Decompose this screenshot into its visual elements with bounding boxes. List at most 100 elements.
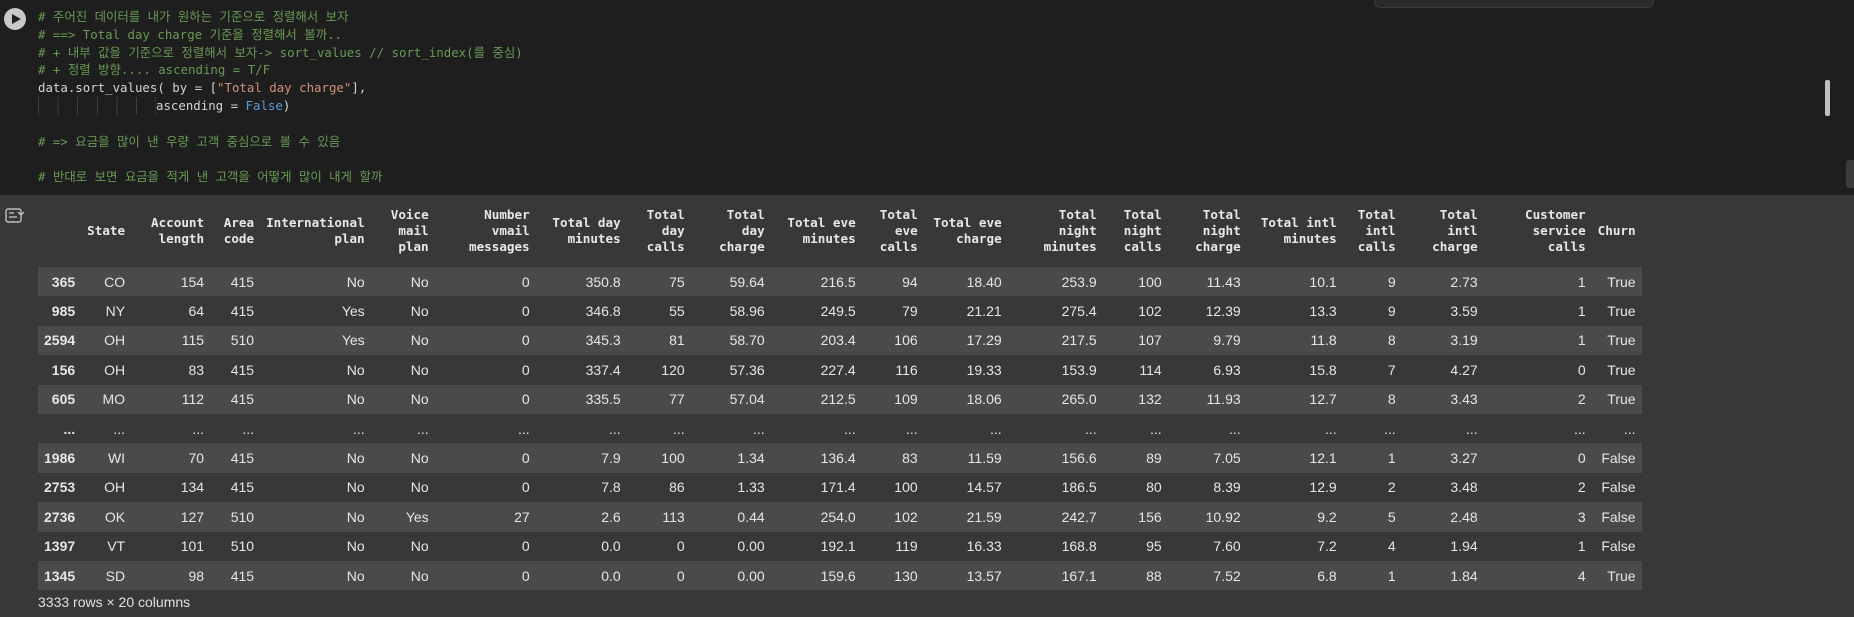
column-header-line: Churn (1597, 223, 1636, 238)
table-cell: 7.2 (1317, 538, 1337, 555)
table-cell: 0 (521, 391, 530, 408)
column-header-line: Total (879, 207, 918, 222)
table-cell: No (346, 361, 365, 378)
table-cell: 64 (188, 303, 205, 320)
table-cell: 254.0 (820, 508, 856, 525)
code-line: # + 정렬 방향.... ascending = T/F (38, 62, 271, 78)
row-index: 1345 (44, 567, 76, 584)
table-cell: 127 (180, 508, 205, 525)
column-header-line: night (1202, 223, 1241, 238)
table-cell: 95 (1146, 538, 1162, 555)
table-cell: ... (1084, 420, 1097, 437)
row-index: 365 (51, 273, 76, 290)
table-cell: 3.43 (1450, 391, 1478, 408)
table-cell: 510 (230, 538, 255, 555)
table-cell: 13.57 (966, 567, 1002, 584)
code-cell[interactable]: # 주어진 데이터를 내가 원하는 기준으로 정렬해서 보자 # ==> Tot… (0, 0, 1854, 195)
table-cell: No (410, 361, 429, 378)
column-header-line: service (1532, 223, 1586, 238)
table-cell: 159.6 (820, 567, 856, 584)
table-cell: 7.9 (601, 450, 621, 467)
table-cell: ... (1228, 420, 1241, 437)
column-header: Total night charge (1168, 195, 1247, 267)
table-cell: 156.6 (1061, 450, 1097, 467)
table-cell: 265.0 (1061, 391, 1097, 408)
table-cell: 1 (1577, 303, 1586, 320)
table-cell: 415 (230, 479, 255, 496)
table-cell: 3.59 (1450, 303, 1478, 320)
table-cell: ... (113, 420, 126, 437)
table-cell: 12.1 (1309, 450, 1337, 467)
table-cell: 9.79 (1213, 332, 1241, 349)
table-cell: 112 (181, 391, 205, 408)
table-cell: 77 (669, 391, 685, 408)
column-header-line: Customer (1524, 207, 1586, 222)
table-cell: 11.59 (967, 450, 1002, 467)
column-header-line: Total (1439, 207, 1478, 222)
table-cell: 1 (1387, 567, 1396, 584)
table-cell: 510 (230, 508, 255, 525)
table-cell: 136.4 (820, 450, 856, 467)
table-cell: 100 (661, 450, 685, 467)
column-header: Total day calls (627, 195, 691, 267)
table-cell: 15.8 (1309, 361, 1337, 378)
table-row: 605 MO 112 415 No No 0 335.5 77 57.04 212.5 109 18.0… (38, 384, 1642, 414)
table-cell: ... (1149, 420, 1162, 437)
table-cell: MO (102, 391, 126, 408)
table-cell: 98 (188, 567, 205, 584)
table-cell: 0.00 (737, 538, 765, 555)
table-cell: 0 (521, 303, 530, 320)
column-header-line: charge (719, 239, 765, 254)
table-cell: 4 (1387, 538, 1396, 555)
table-cell: 4.27 (1450, 361, 1478, 378)
row-index: 1986 (44, 450, 76, 467)
output-menu-icon[interactable] (5, 207, 25, 225)
row-index: 605 (51, 391, 76, 408)
table-cell: 106 (894, 332, 918, 349)
table-cell: 10.92 (1205, 508, 1241, 525)
column-header: Total night calls (1103, 195, 1168, 267)
table-cell: 227.4 (820, 361, 856, 378)
editor-scrollbar[interactable] (1825, 80, 1830, 116)
table-cell: 8.39 (1213, 479, 1241, 496)
table-cell: 1.84 (1450, 567, 1478, 584)
table-header-row: State Account length Area code International p… (38, 195, 1642, 267)
table-cell: 81 (669, 332, 685, 349)
table-cell: 217.5 (1061, 332, 1097, 349)
table-cell: ... (905, 420, 918, 437)
table-cell: ... (416, 420, 429, 437)
table-row: 1986 WI 70 415 No No 0 7.9 100 1.34 136.4 83 11.59 15… (38, 443, 1642, 473)
cell-toolbar[interactable] (1374, 0, 1654, 8)
column-header: Voice mail plan (371, 195, 435, 267)
table-row: 156 OH 83 415 No No 0 337.4 120 57.36 227.4 116 19.3… (38, 355, 1642, 385)
table-cell: OH (104, 361, 126, 378)
cell-resize-handle[interactable] (1846, 160, 1854, 188)
table-cell: 415 (230, 303, 255, 320)
table-row: 1397 VT 101 510 No No 0 0.0 0 0.00 192.1 119 16.33 16… (38, 531, 1642, 561)
column-header: Total intl calls (1343, 195, 1402, 267)
table-cell: 0 (521, 538, 530, 555)
code-editor[interactable]: # 주어진 데이터를 내가 원하는 기준으로 정렬해서 보자 # ==> Tot… (38, 8, 1828, 192)
table-cell: No (346, 508, 365, 525)
table-cell: ... (352, 420, 365, 437)
table-cell: 1.33 (737, 479, 765, 496)
table-cell: 0 (676, 538, 685, 555)
row-index: 156 (51, 361, 76, 378)
table-cell: No (410, 479, 429, 496)
table-row: 365 CO 154 415 No No 0 350.8 75 59.64 216.5 94 18.40… (38, 267, 1642, 297)
run-cell-button[interactable] (4, 8, 26, 30)
table-cell: 415 (230, 391, 255, 408)
table-cell: 0.0 (601, 538, 621, 555)
table-cell: OH (104, 479, 126, 496)
table-row: 2736 OK 127 510 No Yes 27 2.6 113 0.44 254.0 102 21.… (38, 502, 1642, 532)
column-header: Total intl charge (1402, 195, 1484, 267)
table-row: 2753 OH 134 415 No No 0 7.8 86 1.33 171.4 100 14.57 1… (38, 472, 1642, 503)
table-cell: 21.59 (966, 508, 1002, 525)
table-cell: 100 (894, 479, 918, 496)
table-cell: ... (242, 420, 255, 437)
table-cell: ... (1324, 420, 1337, 437)
table-cell: 0.44 (737, 508, 765, 525)
table-cell: OH (104, 332, 126, 349)
table-cell: ... (608, 420, 621, 437)
column-header-line: Voice (390, 207, 429, 222)
